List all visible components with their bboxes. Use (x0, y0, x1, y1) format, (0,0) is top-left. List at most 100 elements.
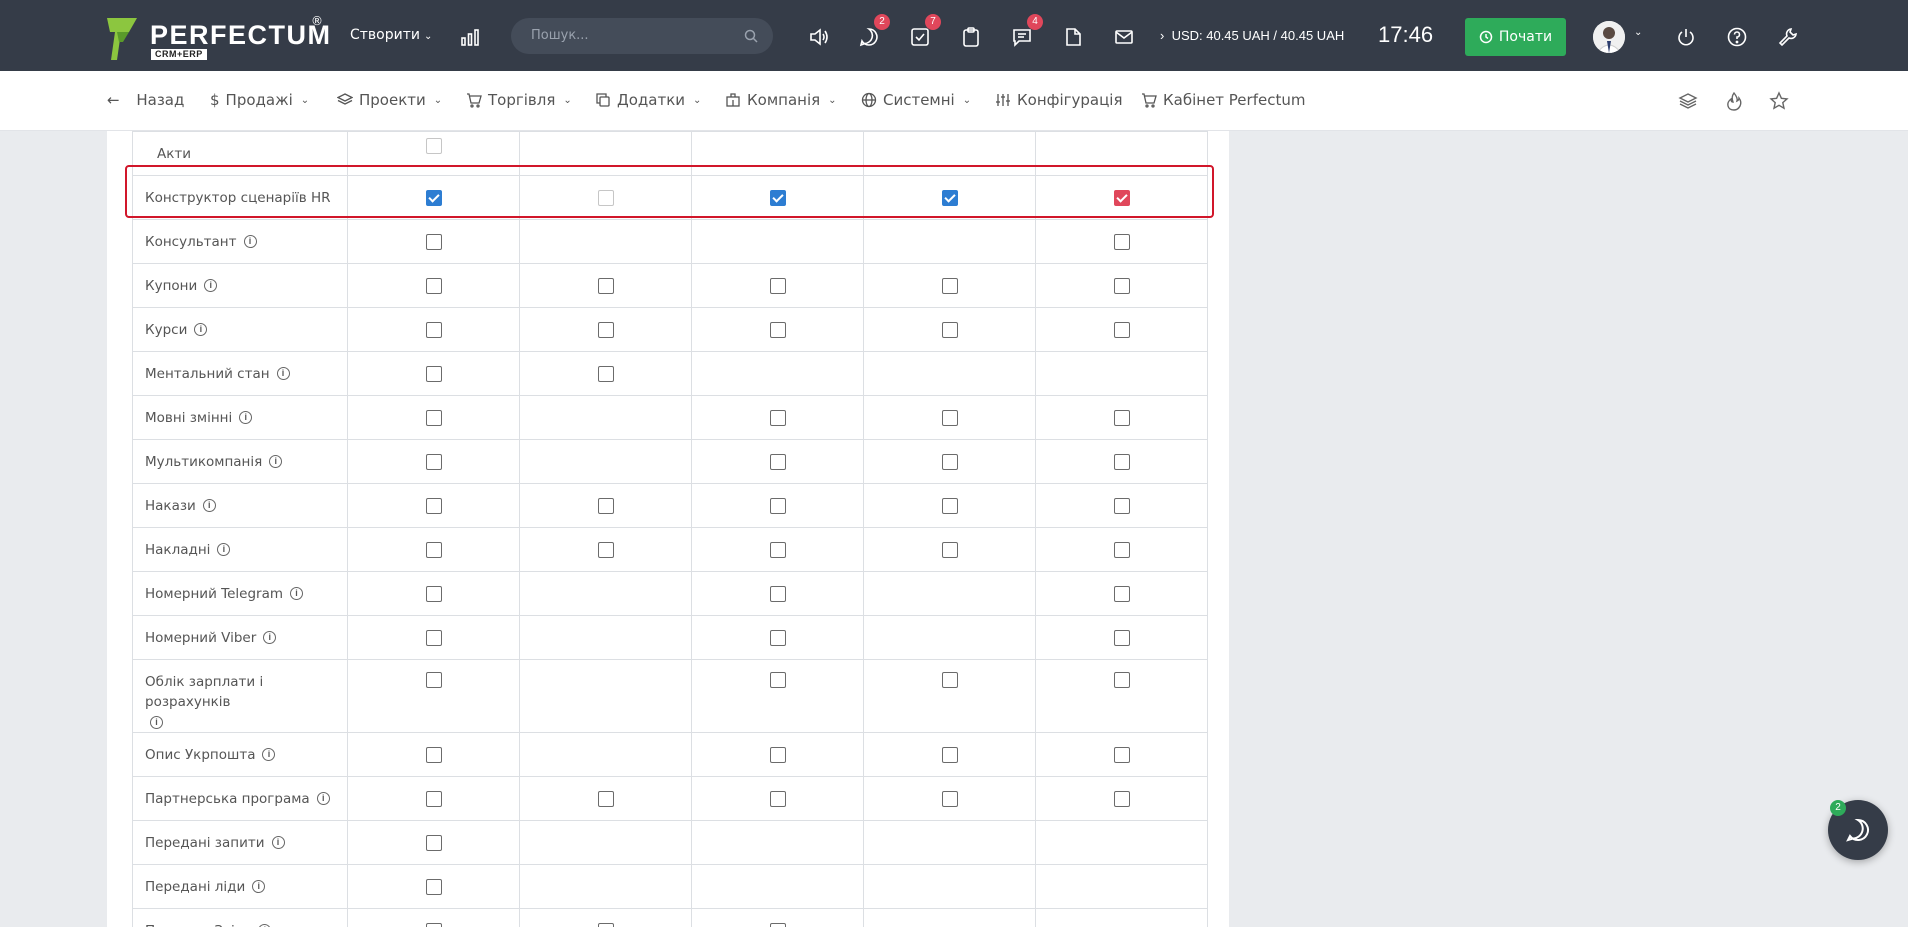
permission-checkbox[interactable] (941, 321, 958, 338)
permission-checkbox[interactable] (425, 834, 442, 851)
permission-checkbox[interactable] (769, 497, 786, 514)
star-icon[interactable] (1768, 90, 1790, 112)
info-icon[interactable]: i (252, 880, 266, 893)
permission-checkbox[interactable] (769, 409, 786, 426)
nav-addons[interactable]: Додатки ⌄ (595, 91, 701, 109)
search-bar[interactable]: Пошук... (511, 18, 773, 54)
permission-checkbox[interactable] (425, 365, 442, 382)
permission-checkbox[interactable] (597, 321, 614, 338)
search-icon[interactable] (743, 28, 759, 44)
permission-checkbox[interactable] (425, 790, 442, 807)
permission-checkbox[interactable] (1113, 541, 1130, 558)
wrench-icon[interactable] (1775, 24, 1801, 50)
info-icon[interactable]: i (239, 411, 253, 424)
nav-company[interactable]: Компанія ⌄ (725, 91, 837, 109)
permission-checkbox[interactable] (425, 585, 442, 602)
permission-checkbox[interactable] (1113, 321, 1130, 338)
permission-checkbox[interactable] (1113, 497, 1130, 514)
info-icon[interactable]: i (316, 792, 330, 805)
perfectum-logo[interactable]: PERFECTUM ® CRM+ERP (107, 14, 330, 62)
permission-checkbox[interactable] (425, 277, 442, 294)
info-icon[interactable]: i (271, 836, 285, 849)
permission-checkbox[interactable] (1113, 233, 1130, 250)
permission-checkbox[interactable] (941, 409, 958, 426)
permission-checkbox[interactable] (941, 453, 958, 470)
permission-checkbox[interactable] (769, 672, 786, 688)
permission-checkbox[interactable] (1113, 585, 1130, 602)
permission-checkbox[interactable] (1113, 629, 1130, 646)
permission-checkbox[interactable] (941, 746, 958, 763)
stats-icon[interactable] (457, 24, 483, 50)
permission-checkbox[interactable] (1113, 672, 1130, 688)
permission-checkbox[interactable] (425, 497, 442, 514)
permission-checkbox[interactable] (769, 629, 786, 646)
permission-checkbox[interactable] (941, 790, 958, 807)
permission-checkbox[interactable] (1113, 409, 1130, 426)
info-icon[interactable]: i (204, 279, 218, 292)
nav-trade[interactable]: Торгівля ⌄ (466, 91, 572, 109)
nav-cabinet[interactable]: Кабінет Perfectum (1141, 91, 1305, 109)
permission-checkbox[interactable] (1113, 453, 1130, 470)
info-icon[interactable]: i (263, 631, 277, 644)
permission-checkbox[interactable] (1113, 790, 1130, 807)
permission-checkbox[interactable] (769, 790, 786, 807)
permission-checkbox[interactable] (941, 497, 958, 514)
info-icon[interactable]: i (262, 748, 276, 761)
permission-checkbox[interactable] (769, 922, 786, 927)
permission-checkbox[interactable] (597, 922, 614, 927)
permission-checkbox[interactable] (425, 746, 442, 763)
power-icon[interactable] (1673, 24, 1699, 50)
info-icon[interactable]: i (269, 455, 283, 468)
permission-checkbox[interactable] (769, 746, 786, 763)
tasks-icon[interactable]: 7 (907, 14, 941, 50)
permission-checkbox[interactable] (425, 672, 442, 688)
chat-notifications-icon[interactable]: 2 (856, 14, 890, 50)
permission-checkbox[interactable] (425, 453, 442, 470)
nav-projects[interactable]: Проекти ⌄ (337, 91, 442, 109)
info-icon[interactable]: i (217, 543, 231, 556)
info-icon[interactable]: i (290, 587, 303, 600)
info-icon[interactable]: i (202, 499, 216, 512)
permission-checkbox[interactable] (769, 585, 786, 602)
permission-checkbox[interactable] (941, 672, 958, 688)
permission-checkbox[interactable] (1113, 746, 1130, 763)
permission-checkbox[interactable] (769, 541, 786, 558)
permission-checkbox[interactable] (425, 321, 442, 338)
permission-checkbox[interactable] (425, 922, 442, 927)
chevron-down-icon[interactable]: ⌄ (1634, 27, 1642, 38)
nav-config[interactable]: Конфігурація (995, 91, 1123, 109)
create-menu[interactable]: Створити ⌄ (350, 27, 432, 43)
permission-checkbox[interactable] (597, 277, 614, 294)
info-icon[interactable]: i (194, 323, 208, 336)
permission-checkbox[interactable] (597, 497, 614, 514)
permission-checkbox[interactable] (769, 321, 786, 338)
search-input[interactable]: Пошук... (531, 28, 589, 43)
fire-icon[interactable] (1723, 90, 1745, 112)
permission-checkbox[interactable] (769, 453, 786, 470)
permission-checkbox[interactable] (425, 629, 442, 646)
permission-checkbox[interactable] (941, 541, 958, 558)
permission-checkbox[interactable] (769, 277, 786, 294)
support-chat-button[interactable]: 2 (1828, 800, 1888, 860)
permission-checkbox[interactable] (597, 541, 614, 558)
nav-back[interactable]: ← Назад (107, 91, 184, 109)
help-icon[interactable] (1724, 24, 1750, 50)
permission-checkbox[interactable] (425, 878, 442, 895)
messages-icon[interactable]: 4 (1009, 14, 1043, 50)
start-button[interactable]: Почати (1465, 18, 1566, 56)
document-icon[interactable] (1060, 24, 1086, 50)
mail-icon[interactable] (1111, 24, 1137, 50)
permission-checkbox[interactable] (597, 790, 614, 807)
layers-icon[interactable] (1677, 90, 1699, 112)
permission-checkbox[interactable] (1113, 277, 1130, 294)
nav-system[interactable]: Системні ⌄ (861, 91, 971, 109)
permission-checkbox[interactable] (941, 277, 958, 294)
info-icon[interactable]: i (150, 715, 163, 729)
permission-checkbox[interactable] (597, 365, 614, 382)
permission-checkbox[interactable] (425, 409, 442, 426)
info-icon[interactable]: i (276, 367, 290, 380)
avatar[interactable] (1593, 21, 1625, 53)
clipboard-icon[interactable] (958, 24, 984, 50)
nav-sales[interactable]: $ Продажі ⌄ (210, 91, 309, 109)
info-icon[interactable]: i (243, 235, 257, 248)
